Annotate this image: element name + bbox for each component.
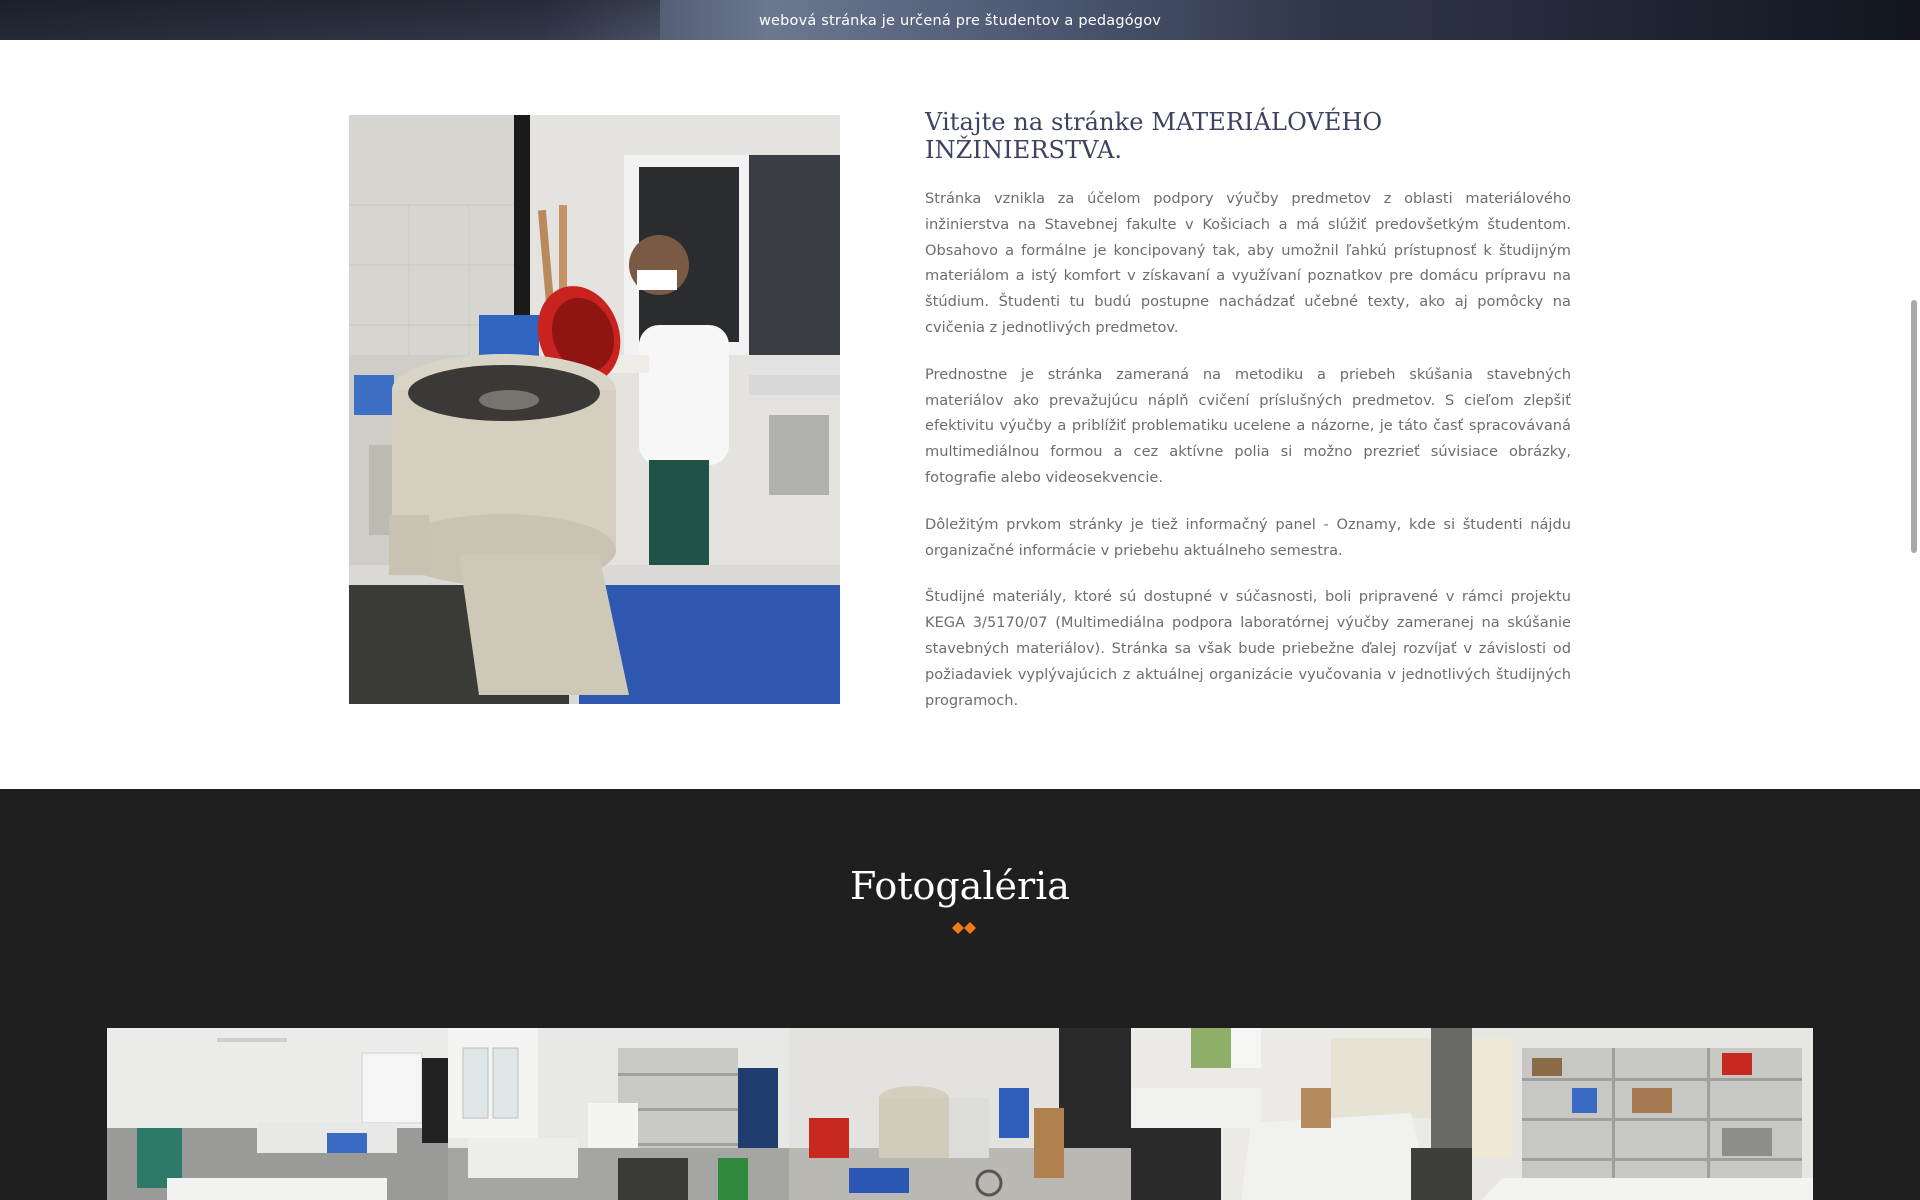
page-scrollbar[interactable] — [1908, 0, 1920, 1200]
welcome-title: Vitajte na stránke MATERIÁLOVÉHO INŽINIE… — [925, 108, 1383, 164]
gallery-photo[interactable] — [789, 1028, 1131, 1200]
gallery-photo[interactable] — [107, 1028, 449, 1200]
welcome-paragraph: Študijné materiály, ktoré sú dostupné v … — [925, 588, 1571, 709]
welcome-paragraph: Dôležitým prvkom stránky je tiež informa… — [925, 515, 1571, 559]
gallery-photo[interactable] — [1130, 1028, 1472, 1200]
gallery-title: Fotogaléria — [850, 864, 1070, 908]
welcome-section: Vitajte na stránke MATERIÁLOVÉHO INŽINIE… — [925, 108, 1571, 734]
hero-banner: webová stránka je určená pre študentov a… — [0, 0, 1920, 40]
gallery-photo[interactable] — [448, 1028, 790, 1200]
welcome-photo — [349, 115, 840, 704]
hero-subtitle: webová stránka je určená pre študentov a… — [758, 13, 1162, 29]
gallery-strip — [107, 1028, 1813, 1200]
scrollbar-thumb[interactable] — [1911, 300, 1917, 553]
gallery-section: Fotogaléria — [0, 789, 1920, 1200]
welcome-paragraph: Prednostne je stránka zameraná na metodi… — [925, 365, 1571, 486]
gallery-photo[interactable] — [1471, 1028, 1813, 1200]
welcome-paragraph: Stránka vznikla za účelom podpory výučby… — [925, 190, 1571, 336]
diamond-ornament-icon — [952, 922, 976, 934]
